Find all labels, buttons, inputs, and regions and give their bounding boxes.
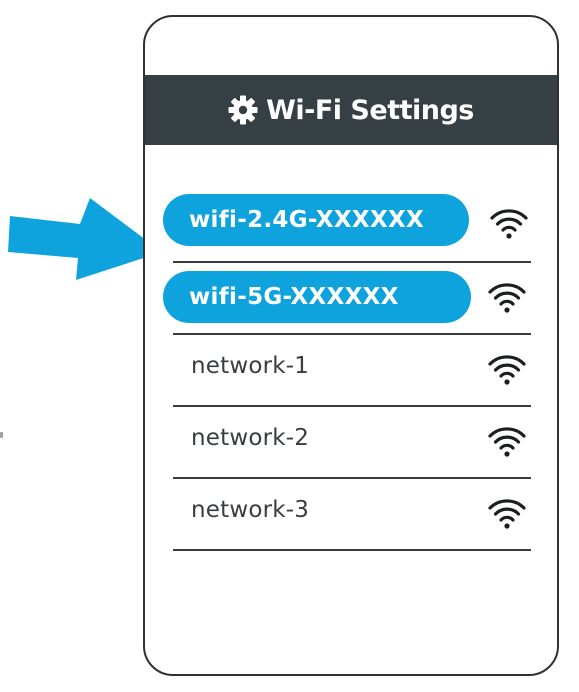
network-list: wifi-2.4G-XXXXXX wifi-5G-XXXXXX network-… [163,191,531,551]
network-name: network-2 [191,425,310,451]
network-name: network-1 [191,353,310,379]
illustration: Wi-Fi Settings wifi-2.4G-XXXXXX wifi-5G-… [0,0,579,692]
page-title: Wi-Fi Settings [266,94,474,126]
wifi-signal-icon [488,283,526,313]
network-row-network-3[interactable]: network-3 [173,479,531,551]
network-name: wifi-5G-XXXXXX [189,284,399,310]
arrow-right-icon [8,198,162,280]
wifi-signal-icon [488,427,526,457]
wifi-signal-icon [488,355,526,385]
network-name: wifi-2.4G-XXXXXX [189,207,425,233]
network-row-wifi-5g[interactable]: wifi-5G-XXXXXX [163,263,531,335]
stray-mark [0,432,3,438]
title-bar: Wi-Fi Settings [145,75,557,145]
network-name-highlight: wifi-5G-XXXXXX [163,271,471,323]
network-row-network-2[interactable]: network-2 [173,407,531,479]
gear-icon [228,95,258,125]
phone-frame: Wi-Fi Settings wifi-2.4G-XXXXXX wifi-5G-… [143,15,559,676]
wifi-signal-icon [488,499,526,529]
network-name: network-3 [191,497,310,523]
wifi-signal-icon [490,209,528,239]
network-row-network-1[interactable]: network-1 [173,335,531,407]
network-row-wifi-2-4g[interactable]: wifi-2.4G-XXXXXX [163,191,531,263]
network-name-highlight: wifi-2.4G-XXXXXX [163,194,469,246]
